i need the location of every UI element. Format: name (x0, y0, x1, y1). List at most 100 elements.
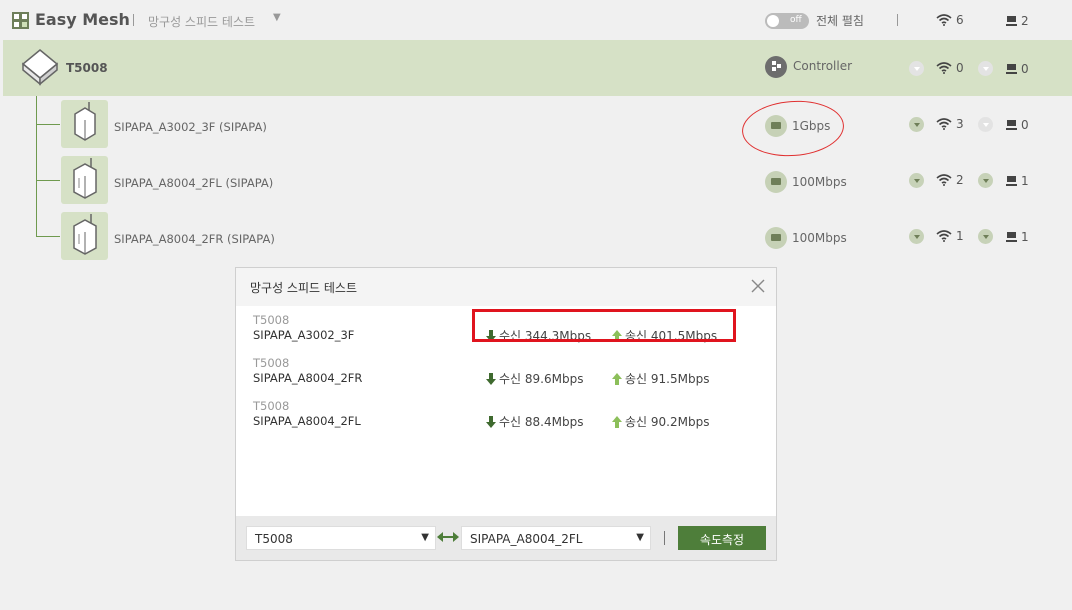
pc-icon (1006, 176, 1017, 186)
wired-total: 2 (1006, 14, 1029, 28)
dialog-header: 망구성 스피드 테스트 (236, 268, 776, 306)
result-tx-value: 송신 90.2Mbps (625, 415, 710, 429)
wifi-icon (936, 174, 952, 186)
wired-dropdown-toggle[interactable] (978, 117, 993, 132)
toggle-state: off (790, 15, 802, 25)
result-tx: 송신 91.5Mbps (612, 370, 709, 387)
result-row: T5008 SIPAPA_A8004_2FL 수신 88.4Mbps 송신 90… (253, 399, 753, 439)
wifi-icon (936, 118, 952, 130)
tree-line (36, 96, 37, 237)
result-target: SIPAPA_A8004_2FL (253, 414, 361, 428)
result-rx: 수신 88.4Mbps (486, 413, 583, 430)
wifi-icon (936, 14, 952, 26)
mesh-logo-icon (12, 12, 29, 29)
controller-wired-count: 0 (1021, 62, 1029, 76)
wifi-dropdown-toggle[interactable] (909, 229, 924, 244)
target-select[interactable]: SIPAPA_A8004_2FL ▼ (461, 526, 651, 550)
speed-test-menu[interactable]: 망구성 스피드 테스트 (148, 13, 255, 30)
wired-dropdown-toggle[interactable] (978, 61, 993, 76)
expand-all-toggle[interactable]: off (765, 13, 809, 29)
pc-icon (1006, 120, 1017, 130)
wifi-icon (936, 62, 952, 74)
controller-role-icon (765, 56, 787, 78)
result-tx-value: 송신 91.5Mbps (625, 372, 710, 386)
pc-icon (1006, 64, 1017, 74)
toggle-knob (767, 15, 779, 27)
result-rx: 수신 89.6Mbps (486, 370, 583, 387)
result-target: SIPAPA_A8004_2FR (253, 371, 363, 385)
node-wired: 1 (1006, 174, 1029, 188)
node-wired: 1 (1006, 230, 1029, 244)
tree-branch (36, 180, 60, 181)
node-wired-count: 1 (1021, 230, 1029, 244)
measure-speed-button[interactable]: 속도측정 (678, 526, 766, 550)
source-select-value: T5008 (255, 532, 293, 546)
target-select-value: SIPAPA_A8004_2FL (470, 532, 583, 546)
node-wifi: 2 (936, 173, 964, 187)
wifi-dropdown-toggle[interactable] (909, 61, 924, 76)
expand-all-label: 전체 펼침 (816, 14, 864, 28)
controller-wifi-count: 0 (956, 61, 964, 75)
node-name: SIPAPA_A8004_2FR (SIPAPA) (114, 232, 275, 246)
router-icon (21, 49, 59, 86)
result-row: T5008 SIPAPA_A8004_2FR 수신 89.6Mbps 송신 91… (253, 356, 753, 396)
arrow-up-icon (612, 415, 622, 428)
result-source: T5008 (253, 313, 290, 327)
link-speed: 100Mbps (792, 175, 847, 189)
wifi-dropdown-toggle[interactable] (909, 117, 924, 132)
controller-role: Controller (793, 59, 853, 73)
node-wifi-count: 1 (956, 229, 964, 243)
tree-branch (36, 236, 60, 237)
chevron-down-icon: ▼ (636, 532, 644, 543)
node-row[interactable]: SIPAPA_A8004_2FR (SIPAPA) 100Mbps 1 1 (60, 212, 1072, 262)
close-icon[interactable] (750, 278, 766, 294)
wired-dropdown-toggle[interactable] (978, 173, 993, 188)
controller-row[interactable]: T5008 Controller 0 0 (3, 40, 1072, 96)
node-name: SIPAPA_A3002_3F (SIPAPA) (114, 120, 267, 134)
dialog-title: 망구성 스피드 테스트 (250, 281, 357, 295)
arrow-down-icon (486, 415, 496, 428)
footer-separator (664, 531, 665, 545)
pc-icon (1006, 232, 1017, 242)
pc-icon (1006, 16, 1017, 26)
node-name: SIPAPA_A8004_2FL (SIPAPA) (114, 176, 274, 190)
extender-icon (61, 212, 108, 260)
node-wifi-count: 2 (956, 173, 964, 187)
controller-name: T5008 (66, 61, 108, 75)
chevron-down-icon: ▼ (421, 532, 429, 543)
app-title: Easy Mesh (35, 10, 130, 29)
link-speed: 100Mbps (792, 231, 847, 245)
node-wifi-count: 3 (956, 117, 964, 131)
node-wired: 0 (1006, 118, 1029, 132)
wired-total-count: 2 (1021, 14, 1029, 28)
wifi-total: 6 (936, 13, 964, 27)
tree-branch (36, 124, 60, 125)
wired-dropdown-toggle[interactable] (978, 229, 993, 244)
node-wifi: 1 (936, 229, 964, 243)
controller-wifi: 0 (936, 61, 964, 75)
ethernet-icon (765, 227, 787, 249)
highlight-box (472, 309, 736, 342)
source-select[interactable]: T5008 ▼ (246, 526, 436, 550)
node-row[interactable]: SIPAPA_A3002_3F (SIPAPA) 1Gbps 3 0 (60, 100, 1072, 150)
header-separator (897, 14, 898, 26)
extender-icon (61, 100, 108, 148)
arrow-up-icon (612, 372, 622, 385)
arrow-down-icon (486, 372, 496, 385)
result-target: SIPAPA_A3002_3F (253, 328, 355, 342)
header-separator (133, 14, 134, 26)
node-row[interactable]: SIPAPA_A8004_2FL (SIPAPA) 100Mbps 2 1 (60, 156, 1072, 206)
extender-icon (61, 156, 108, 204)
node-wired-count: 0 (1021, 118, 1029, 132)
result-rx-value: 수신 88.4Mbps (499, 415, 584, 429)
controller-wired: 0 (1006, 62, 1029, 76)
swap-arrows-icon[interactable] (437, 531, 459, 543)
node-wired-count: 1 (1021, 174, 1029, 188)
result-source: T5008 (253, 399, 290, 413)
chevron-down-icon[interactable]: ▼ (273, 12, 281, 23)
ethernet-icon (765, 171, 787, 193)
result-tx: 송신 90.2Mbps (612, 413, 709, 430)
dialog-footer: T5008 ▼ SIPAPA_A8004_2FL ▼ 속도측정 (236, 516, 776, 560)
wifi-icon (936, 230, 952, 242)
wifi-dropdown-toggle[interactable] (909, 173, 924, 188)
